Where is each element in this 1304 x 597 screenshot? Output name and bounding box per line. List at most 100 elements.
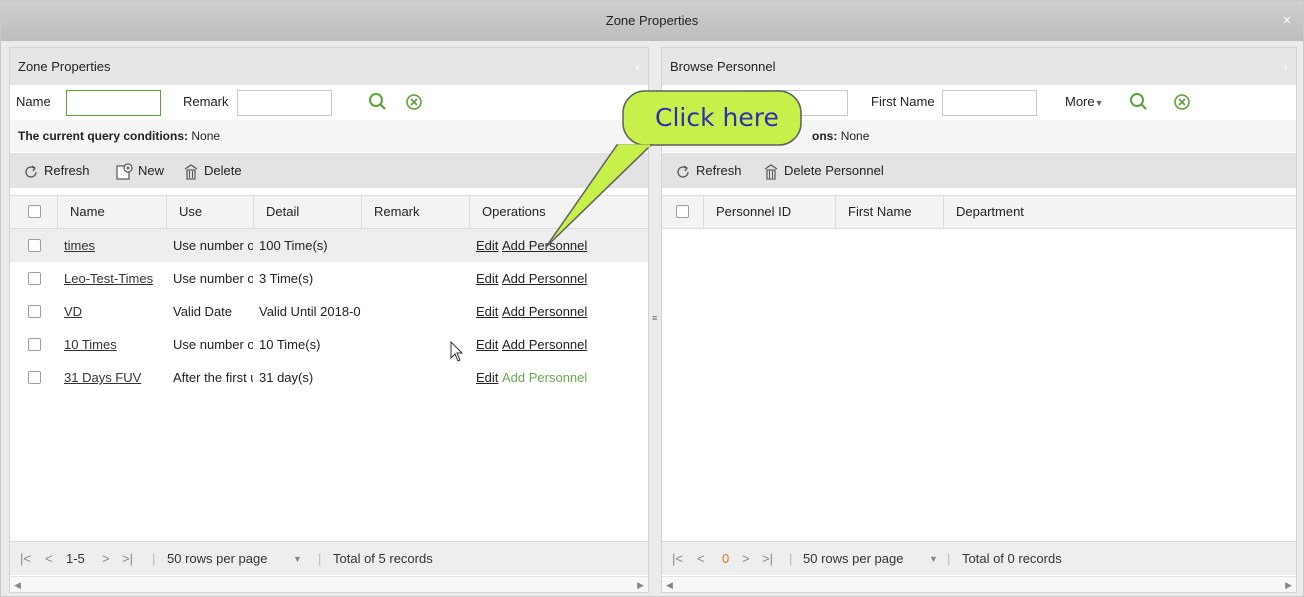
last-page-button[interactable]: >| <box>122 542 133 576</box>
dropdown-arrow-icon[interactable]: ▼ <box>293 542 302 576</box>
col-remark[interactable]: Remark <box>362 196 470 228</box>
total-records: Total of 0 records <box>962 551 1062 566</box>
zone-detail: 31 day(s) <box>259 370 314 385</box>
last-page-button[interactable]: >| <box>762 542 773 576</box>
first-name-label: First Name <box>871 94 935 109</box>
scroll-left-icon[interactable]: ◀ <box>14 577 21 592</box>
row-checkbox[interactable] <box>28 239 41 252</box>
left-panel-title: Zone Properties <box>18 59 111 74</box>
clear-icon[interactable] <box>403 91 425 113</box>
table-row[interactable]: VD Valid Date Valid Until 2018-0 Edit Ad… <box>10 295 648 328</box>
expand-right-icon[interactable]: › <box>1283 48 1288 85</box>
delete-button[interactable]: Delete <box>182 153 242 188</box>
row-checkbox[interactable] <box>28 305 41 318</box>
delete-icon <box>184 163 198 180</box>
first-name-input[interactable] <box>942 90 1037 116</box>
col-department[interactable]: Department <box>944 196 1296 228</box>
next-page-button[interactable]: > <box>102 542 110 576</box>
zone-detail: 3 Time(s) <box>259 271 314 286</box>
remark-input[interactable] <box>237 90 332 116</box>
page-range: 1-5 <box>66 551 85 566</box>
add-personnel-link[interactable]: Add Personnel <box>502 262 602 295</box>
rows-per-page-select[interactable]: 50 rows per page <box>803 542 903 576</box>
table-row[interactable]: 31 Days FUV After the first u 31 day(s) … <box>10 361 648 394</box>
scroll-left-icon[interactable]: ◀ <box>666 577 673 592</box>
remark-label: Remark <box>183 94 229 109</box>
first-page-button[interactable]: |< <box>672 542 683 576</box>
zone-detail: 10 Time(s) <box>259 337 321 352</box>
new-button[interactable]: New <box>114 153 164 188</box>
zone-name-link[interactable]: times <box>64 229 164 262</box>
select-all-checkbox[interactable] <box>676 205 689 218</box>
callout-pointer <box>545 144 653 248</box>
col-personnel-id[interactable]: Personnel ID <box>704 196 836 228</box>
new-icon <box>116 162 133 180</box>
edit-link[interactable]: Edit <box>476 229 502 262</box>
col-detail[interactable]: Detail <box>254 196 362 228</box>
delete-icon <box>764 163 778 180</box>
zone-properties-panel: Zone Properties ‹ Name Remark The curren… <box>9 47 649 593</box>
add-personnel-link[interactable]: Add Personnel <box>502 361 602 394</box>
total-records: Total of 5 records <box>333 551 433 566</box>
rows-per-page-select[interactable]: 50 rows per page <box>167 542 267 576</box>
prev-page-button[interactable]: < <box>45 542 53 576</box>
more-button[interactable]: More▼ <box>1065 94 1104 109</box>
first-page-button[interactable]: |< <box>20 542 31 576</box>
col-use[interactable]: Use <box>167 196 254 228</box>
refresh-icon <box>25 165 37 178</box>
zone-detail: 100 Time(s) <box>259 238 328 253</box>
right-panel-header: Browse Personnel › <box>662 48 1296 85</box>
table-row[interactable]: 10 Times Use number o 10 Time(s) Edit Ad… <box>10 328 648 361</box>
row-checkbox[interactable] <box>28 371 41 384</box>
zone-name-link[interactable]: 10 Times <box>64 328 164 361</box>
zone-properties-dialog: Zone Properties × Zone Properties ‹ Name… <box>0 0 1304 597</box>
add-personnel-link[interactable]: Add Personnel <box>502 295 602 328</box>
close-icon[interactable]: × <box>1279 13 1295 29</box>
search-icon[interactable] <box>1128 91 1150 113</box>
zone-detail: Valid Until 2018-0 <box>259 304 361 319</box>
zone-use: After the first u <box>173 370 253 385</box>
select-all-header <box>662 196 704 228</box>
name-input[interactable] <box>66 90 161 116</box>
zone-use: Use number o <box>173 337 253 352</box>
edit-link[interactable]: Edit <box>476 361 502 394</box>
prev-page-button[interactable]: < <box>697 542 705 576</box>
clear-icon[interactable] <box>1171 91 1193 113</box>
callout-text: Click here <box>655 103 779 132</box>
zone-use: Use number o <box>173 238 253 253</box>
right-horizontal-scrollbar[interactable]: ◀ ▶ <box>662 576 1296 592</box>
zone-name-link[interactable]: 31 Days FUV <box>64 361 164 394</box>
col-name[interactable]: Name <box>58 196 167 228</box>
row-checkbox[interactable] <box>28 338 41 351</box>
zone-name-link[interactable]: VD <box>64 295 164 328</box>
current-page: 0 <box>722 551 730 566</box>
edit-link[interactable]: Edit <box>476 262 502 295</box>
add-personnel-link[interactable]: Add Personnel <box>502 328 602 361</box>
table-row[interactable]: Leo-Test-Times Use number o 3 Time(s) Ed… <box>10 262 648 295</box>
panel-splitter-handle[interactable]: ≡ <box>652 311 658 325</box>
next-page-button[interactable]: > <box>742 542 750 576</box>
right-panel-title: Browse Personnel <box>670 59 776 74</box>
zone-use: Use number o <box>173 271 253 286</box>
right-pagination: |< < 0 > >| | 50 rows per page ▼ | Total… <box>662 541 1296 575</box>
zone-name-link[interactable]: Leo-Test-Times <box>64 262 164 295</box>
search-icon[interactable] <box>367 91 389 113</box>
left-pagination: |< < 1-5 > >| | 50 rows per page ▼ | Tot… <box>10 541 648 575</box>
row-checkbox[interactable] <box>28 272 41 285</box>
collapse-left-icon[interactable]: ‹ <box>635 48 640 85</box>
left-horizontal-scrollbar[interactable]: ◀ ▶ <box>10 576 648 592</box>
dialog-title: Zone Properties <box>605 13 699 28</box>
scroll-right-icon[interactable]: ▶ <box>1285 577 1292 592</box>
dialog-titlebar: Zone Properties × <box>1 1 1303 41</box>
footer-separator: | <box>318 551 322 566</box>
refresh-button[interactable]: Refresh <box>22 153 90 188</box>
dropdown-arrow-icon[interactable]: ▼ <box>929 542 938 576</box>
edit-link[interactable]: Edit <box>476 295 502 328</box>
left-panel-header: Zone Properties ‹ <box>10 48 648 85</box>
scroll-right-icon[interactable]: ▶ <box>637 577 644 592</box>
select-all-checkbox[interactable] <box>28 205 41 218</box>
col-first-name[interactable]: First Name <box>836 196 944 228</box>
zone-remark <box>367 229 467 262</box>
edit-link[interactable]: Edit <box>476 328 502 361</box>
footer-separator: | <box>789 551 793 566</box>
